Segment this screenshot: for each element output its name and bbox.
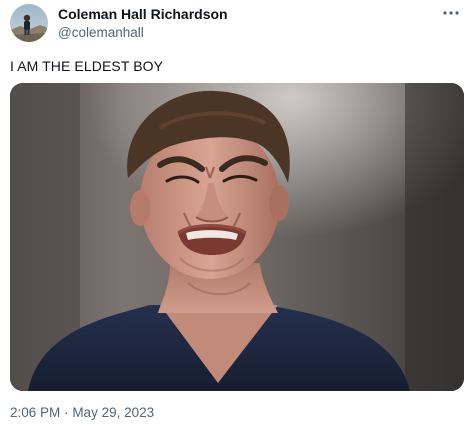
timestamp-separator: · xyxy=(64,405,69,420)
avatar[interactable] xyxy=(10,4,48,42)
more-options-button[interactable] xyxy=(436,2,466,22)
author-info[interactable]: Coleman Hall Richardson @colemanhall xyxy=(58,6,228,41)
author-handle[interactable]: @colemanhall xyxy=(58,25,228,41)
tweet-date: May 29, 2023 xyxy=(72,405,155,420)
tweet-media-image[interactable] xyxy=(10,83,464,391)
tweet-time: 2:06 PM xyxy=(10,405,61,420)
tweet: Coleman Hall Richardson @colemanhall I A… xyxy=(0,0,474,434)
tweet-timestamp[interactable]: 2:06 PM · May 29, 2023 xyxy=(10,405,154,421)
author-display-name[interactable]: Coleman Hall Richardson xyxy=(58,6,228,22)
tweet-text: I AM THE ELDEST BOY xyxy=(10,58,164,74)
more-horizontal-icon xyxy=(442,3,460,21)
